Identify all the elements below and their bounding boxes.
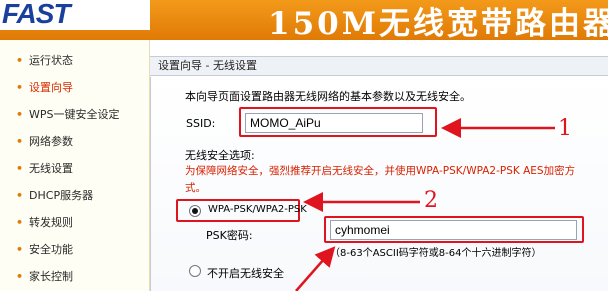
psk-label: PSK密码:	[206, 229, 253, 242]
security-warning: 为保障网络安全，强烈推荐开启无线安全，并使用WPA-PSK/WPA2-PSK A…	[185, 165, 576, 177]
sidebar-item-forwarding[interactable]: • 转发规则	[16, 212, 73, 234]
ssid-callout	[239, 107, 437, 137]
wpa-option-label: WPA-PSK/WPA2-PSK	[208, 204, 307, 215]
intro-text: 本向导页面设置路由器无线网络的基本参数以及无线安全。	[185, 90, 471, 103]
marker-1: 1	[558, 116, 572, 141]
product-title: 150M无线宽带路由器	[268, 6, 608, 42]
marker-2: 2	[424, 188, 438, 213]
sidebar-item-network[interactable]: • 网络参数	[16, 131, 73, 153]
brand-logo: FAST	[0, 0, 150, 30]
panel-title: 设置向导 - 无线设置	[150, 56, 608, 76]
security-warning-cont: 式。	[185, 182, 206, 194]
sidebar-item-wireless[interactable]: • 无线设置	[16, 158, 73, 180]
sidebar-item-status[interactable]: • 运行状态	[16, 50, 73, 72]
sidebar-item-setup-wizard[interactable]: • 设置向导	[16, 77, 73, 99]
sidebar-item-dhcp[interactable]: • DHCP服务器	[16, 185, 93, 207]
ssid-label: SSID:	[186, 117, 216, 130]
security-heading: 无线安全选项:	[185, 149, 255, 162]
no-security-label: 不开启无线安全	[207, 267, 284, 280]
sidebar-item-security[interactable]: • 安全功能	[16, 239, 73, 261]
psk-callout	[324, 216, 584, 243]
sidebar-item-wps[interactable]: • WPS一键安全设定	[16, 104, 120, 126]
sidebar-item-parental[interactable]: • 家长控制	[16, 266, 73, 288]
wpa-radio[interactable]	[189, 205, 201, 217]
psk-hint: （8-63个ASCII码字符或8-64个十六进制字符）	[330, 248, 542, 259]
sidebar-menu: • 运行状态 • 设置向导 • WPS一键安全设定 • 网络参数 • 无线设置 • DHCP…	[0, 40, 150, 291]
header-bar: FAST 150M无线宽带路由器	[0, 0, 608, 42]
no-security-radio[interactable]	[189, 265, 201, 277]
